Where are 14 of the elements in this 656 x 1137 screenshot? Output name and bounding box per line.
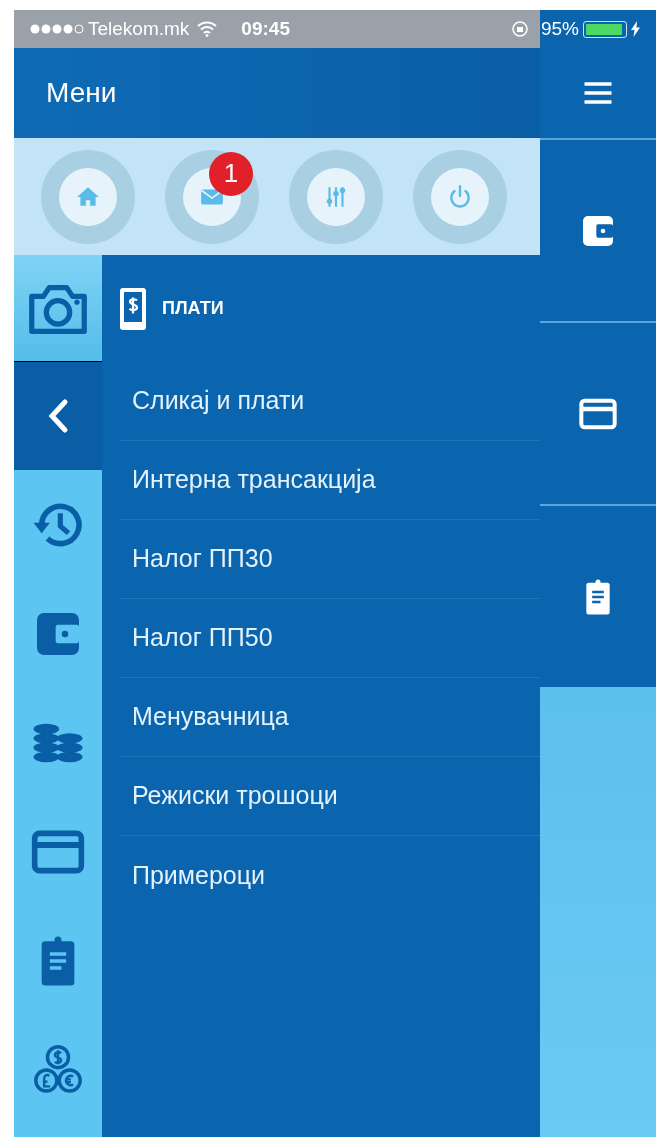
submenu-item[interactable]: Примероци: [120, 856, 278, 895]
submenu-item[interactable]: Сликај и плати: [120, 382, 317, 420]
submenu-item[interactable]: Налог ПП50: [120, 619, 285, 657]
header-title: Мени: [46, 76, 117, 110]
carrier-name: Telekom.mk: [88, 16, 190, 41]
submenu-item[interactable]: Налог ПП30: [120, 540, 285, 578]
submenu-item[interactable]: Менувачница: [120, 698, 301, 736]
quick-action-button[interactable]: 1: [165, 149, 259, 244]
submenu-title: ПЛАТИ: [162, 297, 224, 320]
submenu-item[interactable]: Интерна трансакција: [120, 461, 388, 499]
notification-badge: 1: [209, 151, 253, 196]
battery-percent: 95%: [540, 16, 579, 41]
submenu-item[interactable]: Режиски трошоци: [120, 777, 350, 815]
clock-time: 09:45: [241, 16, 290, 41]
